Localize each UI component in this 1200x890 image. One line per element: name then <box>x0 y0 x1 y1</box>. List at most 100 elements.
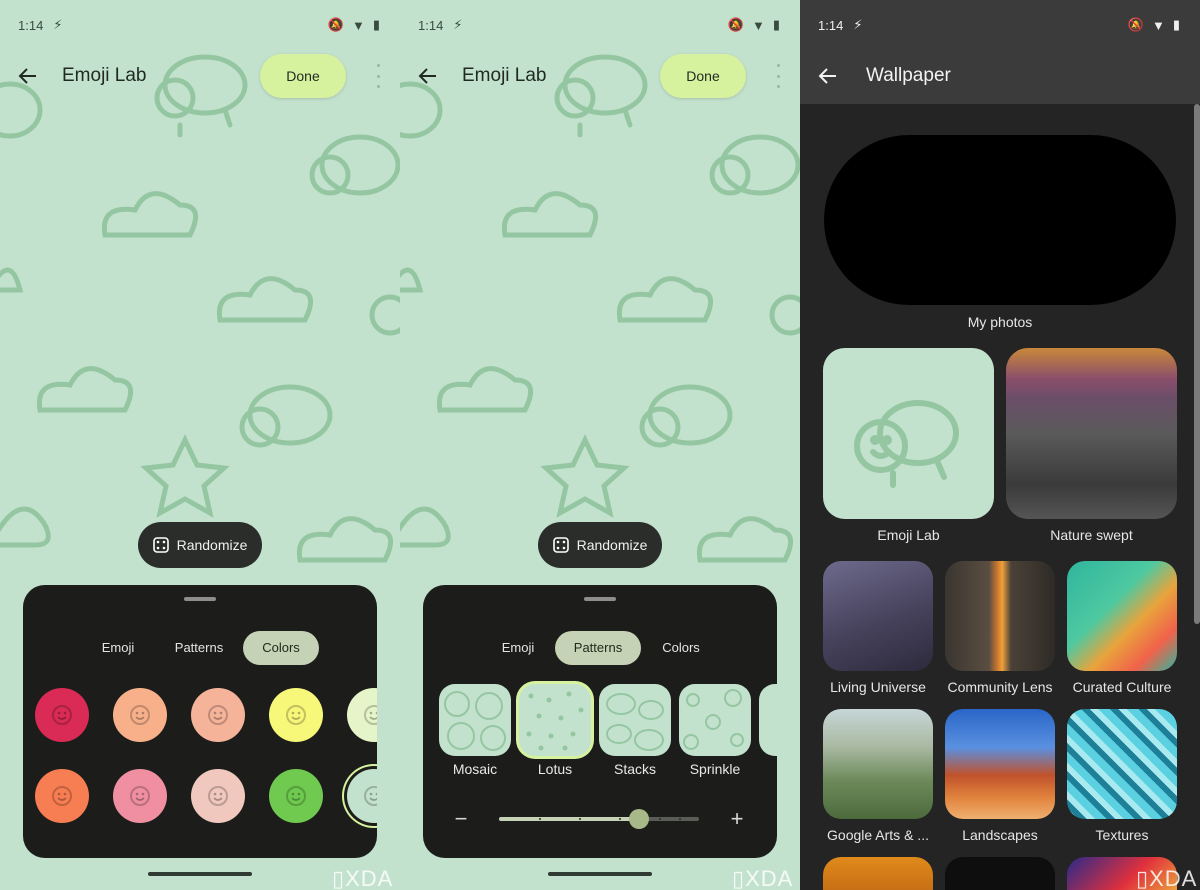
back-arrow-icon <box>418 68 436 84</box>
tab-patterns[interactable]: Patterns <box>163 631 235 665</box>
category-tile-partial[interactable] <box>945 857 1055 890</box>
category-textures[interactable] <box>1067 709 1177 819</box>
category-label: Textures <box>1095 827 1149 843</box>
tab-bar: Emoji Patterns Colors <box>423 631 777 667</box>
category-community-lens[interactable] <box>945 561 1055 671</box>
randomize-button[interactable]: Randomize <box>138 522 262 568</box>
pattern-label-sprinkle: Sprinkle <box>689 761 741 777</box>
slider-thumb[interactable] <box>629 809 649 829</box>
smiley-icon <box>130 705 150 725</box>
category-living-universe[interactable] <box>823 561 933 671</box>
category-emoji-lab[interactable] <box>823 348 994 519</box>
more-options-icon[interactable] <box>372 64 384 88</box>
category-curated-culture[interactable] <box>1067 561 1177 671</box>
pattern-stacks[interactable] <box>599 684 671 756</box>
wifi-icon: ▼ <box>1151 17 1165 33</box>
color-swatch[interactable] <box>347 769 377 823</box>
status-time: 1:14 <box>418 17 444 33</box>
randomize-label: Randomize <box>176 537 248 553</box>
category-label: Landscapes <box>962 827 1038 843</box>
turtle-icon <box>854 400 959 488</box>
scrollbar[interactable] <box>1194 104 1200 624</box>
pattern-label-stacks: Stacks <box>613 761 656 777</box>
wifi-icon: ▼ <box>351 17 365 33</box>
category-label: Community Lens <box>947 679 1053 695</box>
color-swatch[interactable] <box>113 769 167 823</box>
more-options-icon[interactable] <box>772 64 784 88</box>
app-bar: Emoji Lab Done <box>400 52 800 100</box>
status-bar: 1:14 ⚡ 🔕 ▼ ▮ <box>18 14 380 36</box>
color-swatch[interactable] <box>35 769 89 823</box>
charging-icon: ⚡ <box>853 17 863 32</box>
slider-tick <box>659 818 661 820</box>
back-button[interactable] <box>408 56 448 96</box>
tab-bar: Emoji Patterns Colors <box>23 631 377 667</box>
pattern-lotus[interactable] <box>519 684 591 756</box>
drag-handle[interactable] <box>584 597 616 601</box>
pattern-more[interactable] <box>759 684 777 756</box>
battery-icon: ▮ <box>772 17 780 32</box>
tab-emoji[interactable]: Emoji <box>485 631 551 665</box>
category-label: Google Arts & ... <box>827 827 929 843</box>
dice-icon <box>552 537 569 553</box>
slider-fill <box>499 817 639 821</box>
done-button[interactable]: Done <box>260 54 346 98</box>
app-bar: Emoji Lab Done <box>0 52 400 100</box>
color-swatch[interactable] <box>113 688 167 742</box>
my-photos-card[interactable] <box>824 135 1176 305</box>
tab-emoji[interactable]: Emoji <box>85 631 151 665</box>
randomize-button[interactable]: Randomize <box>538 522 662 568</box>
pattern-label-lotus: Lotus <box>537 761 573 777</box>
category-google-arts[interactable] <box>823 709 933 819</box>
category-landscapes[interactable] <box>945 709 1055 819</box>
smiley-icon <box>52 786 72 806</box>
density-slider[interactable] <box>499 809 699 829</box>
color-swatch[interactable] <box>269 769 323 823</box>
xda-watermark: ▯XDA <box>332 866 394 890</box>
slider-tick <box>619 818 621 820</box>
battery-icon: ▮ <box>1172 17 1180 32</box>
category-label: Nature swept <box>1050 527 1133 543</box>
back-button[interactable] <box>8 56 48 96</box>
category-tile-partial[interactable] <box>823 857 933 890</box>
done-button[interactable]: Done <box>660 54 746 98</box>
status-time: 1:14 <box>18 17 44 33</box>
status-time: 1:14 <box>818 17 844 33</box>
category-label: Curated Culture <box>1072 679 1172 695</box>
drag-handle[interactable] <box>184 597 216 601</box>
smiley-icon <box>364 705 377 725</box>
tab-colors[interactable]: Colors <box>243 631 319 665</box>
slider-tick <box>679 818 681 820</box>
pattern-mosaic[interactable] <box>439 684 511 756</box>
dice-icon <box>152 537 169 553</box>
tab-patterns[interactable]: Patterns <box>555 631 641 665</box>
xda-watermark: ▯XDA <box>1136 866 1198 890</box>
emoji-lab-colors-screen: 1:14 ⚡ 🔕 ▼ ▮ Emoji Lab Done Randomize Em… <box>0 0 400 890</box>
bell-off-icon: 🔕 <box>327 17 344 32</box>
back-arrow-icon <box>18 68 36 84</box>
color-swatch[interactable] <box>347 688 377 742</box>
back-arrow-icon <box>818 68 836 84</box>
mosaic-thumbnail-icon <box>444 691 506 751</box>
bell-off-icon: 🔕 <box>727 17 744 32</box>
color-swatch[interactable] <box>35 688 89 742</box>
density-decrease-button[interactable]: − <box>447 805 475 833</box>
pattern-sprinkle[interactable] <box>679 684 751 756</box>
customization-sheet: Emoji Patterns Colors Mosaic Lotus Stack… <box>423 585 777 858</box>
app-bar: Wallpaper <box>800 52 1200 100</box>
charging-icon: ⚡ <box>453 17 463 32</box>
wallpaper-picker-screen: 1:14 ⚡ 🔕 ▼ ▮ Wallpaper My photos Emoji L… <box>800 0 1200 890</box>
back-button[interactable] <box>808 56 848 96</box>
tab-colors[interactable]: Colors <box>645 631 717 665</box>
density-increase-button[interactable]: + <box>723 805 751 833</box>
bell-off-icon: 🔕 <box>1127 17 1144 32</box>
color-swatch[interactable] <box>191 688 245 742</box>
gesture-nav-bar <box>548 872 652 876</box>
color-swatch[interactable] <box>269 688 323 742</box>
emoji-lab-patterns-screen: 1:14 ⚡ 🔕 ▼ ▮ Emoji Lab Done Randomize Em… <box>400 0 800 890</box>
color-swatch[interactable] <box>191 769 245 823</box>
lotus-thumbnail-icon <box>526 691 584 751</box>
page-title: Wallpaper <box>866 65 951 86</box>
randomize-label: Randomize <box>576 537 648 553</box>
category-nature-swept[interactable] <box>1006 348 1177 519</box>
